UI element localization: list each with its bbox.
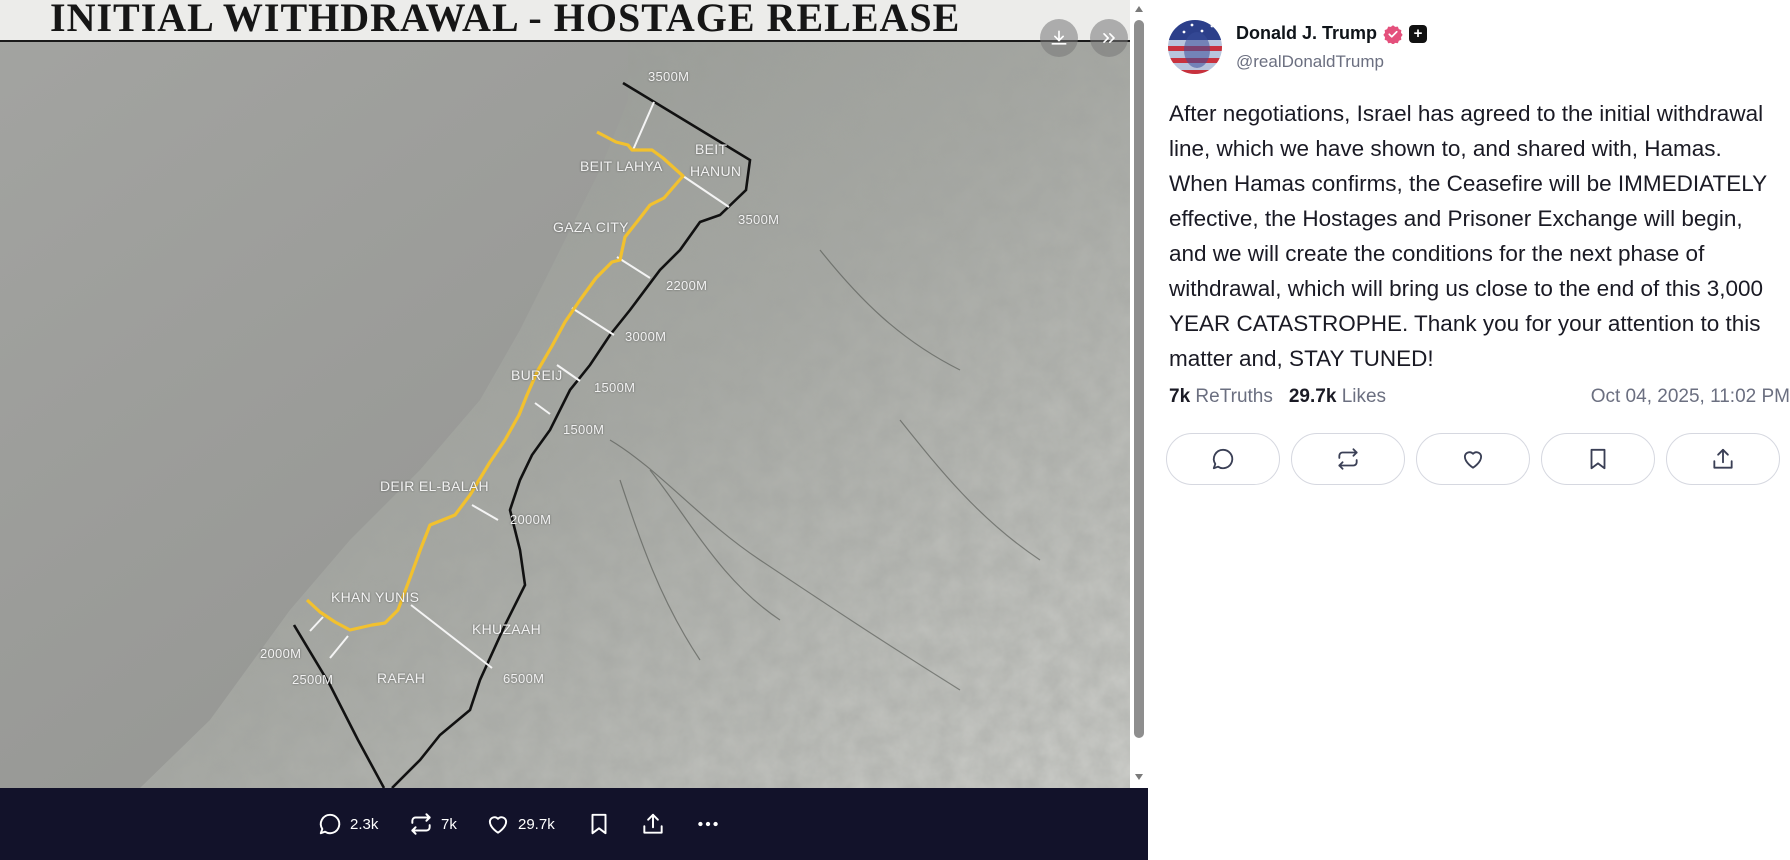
distance-label: 2500M — [292, 672, 334, 687]
share-icon — [1713, 448, 1733, 469]
distance-label: 2000M — [510, 512, 552, 527]
reply-icon — [1212, 448, 1234, 470]
avatar-image — [1168, 20, 1222, 74]
media-bookmark-button[interactable] — [586, 788, 612, 860]
scroll-up-arrow[interactable] — [1130, 2, 1148, 16]
plus-badge-icon: + — [1409, 24, 1428, 43]
media-action-bar: 2.3k 7k 29.7k — [0, 788, 1148, 860]
media-reply-count: 2.3k — [350, 815, 379, 833]
distance-label: 2200M — [666, 278, 708, 293]
display-name-text: Donald J. Trump — [1236, 23, 1378, 43]
display-name[interactable]: Donald J. Trump + — [1236, 23, 1428, 44]
label-hanun: HANUN — [690, 163, 742, 179]
distance-label: 6500M — [503, 671, 545, 686]
media-like-count: 29.7k — [518, 815, 555, 833]
scroll-thumb[interactable] — [1134, 20, 1144, 738]
chevrons-right-icon — [1103, 33, 1115, 44]
likes-count: 29.7k — [1288, 386, 1337, 407]
reply-button[interactable] — [1166, 433, 1280, 485]
post-actions — [1166, 433, 1780, 485]
media-retruth-count: 7k — [441, 815, 457, 833]
bookmark-button[interactable] — [1541, 433, 1655, 485]
likes-label: Likes — [1341, 386, 1387, 407]
distance-label: 3000M — [625, 329, 667, 344]
avatar[interactable] — [1168, 20, 1222, 74]
user-handle[interactable]: @realDonaldTrump — [1236, 52, 1384, 72]
distance-label: 3500M — [738, 212, 780, 227]
label-khuzaah: KHUZAAH — [472, 621, 541, 637]
map-image[interactable]: INITIAL WITHDRAWAL - HOSTAGE RELEASE BEI… — [0, 0, 1130, 788]
post-panel: Donald J. Trump + @realDonaldTrump After… — [1148, 0, 1790, 860]
like-button[interactable] — [1416, 433, 1530, 485]
label-beit-lahya: BEIT LAHYA — [580, 158, 663, 174]
media-reply-button[interactable]: 2.3k — [317, 788, 378, 860]
heart-icon — [1463, 451, 1483, 469]
label-deir-el-balah: DEIR EL-BALAH — [380, 478, 489, 494]
download-icon — [1051, 30, 1067, 45]
media-scrollbar[interactable] — [1130, 0, 1148, 788]
post-timestamp[interactable]: Oct 04, 2025, 11:02 PM — [1591, 386, 1790, 408]
caret-up-icon — [1135, 6, 1143, 12]
bookmark-icon — [1590, 448, 1606, 470]
retruth-icon — [1338, 448, 1358, 470]
distance-label: 1500M — [563, 422, 605, 437]
heart-icon — [488, 816, 508, 834]
scroll-down-arrow[interactable] — [1130, 770, 1148, 784]
distance-label: 3500M — [648, 69, 690, 84]
label-khan-yunis: KHAN YUNIS — [331, 589, 420, 605]
distance-label: 1500M — [594, 380, 636, 395]
verified-badge-icon — [1383, 24, 1403, 44]
map-title: INITIAL WITHDRAWAL - HOSTAGE RELEASE — [50, 0, 961, 40]
map-graphic — [0, 0, 1130, 788]
retruths-label: ReTruths — [1195, 386, 1273, 407]
retruth-button[interactable] — [1291, 433, 1405, 485]
post-stats: 7k ReTruths 29.7k Likes — [1169, 386, 1386, 408]
expand-button[interactable] — [1090, 19, 1128, 57]
likes-stat[interactable]: 29.7k Likes — [1289, 386, 1386, 408]
retruths-count: 7k — [1169, 386, 1191, 407]
media-retruth-button[interactable]: 7k — [408, 788, 457, 860]
retruths-stat[interactable]: 7k ReTruths — [1169, 386, 1273, 408]
label-bureij: BUREIJ — [511, 367, 563, 383]
label-beit: BEIT — [695, 141, 728, 157]
media-viewer: INITIAL WITHDRAWAL - HOSTAGE RELEASE BEI… — [0, 0, 1148, 860]
post-body: After negotiations, Israel has agreed to… — [1169, 101, 1767, 371]
title-rule — [0, 40, 1130, 42]
retruth-icon — [411, 813, 431, 835]
more-dots-icon — [698, 821, 718, 827]
distance-label: 2000M — [260, 646, 302, 661]
reply-icon — [319, 813, 341, 835]
media-share-button[interactable] — [640, 788, 666, 860]
bookmark-icon — [591, 813, 607, 835]
media-like-button[interactable]: 29.7k — [485, 788, 555, 860]
share-button[interactable] — [1666, 433, 1780, 485]
label-gaza-city: GAZA CITY — [553, 219, 629, 235]
download-button[interactable] — [1040, 19, 1078, 57]
media-more-button[interactable] — [695, 788, 721, 860]
share-icon — [643, 813, 663, 834]
label-rafah: RAFAH — [377, 670, 426, 686]
caret-down-icon — [1135, 774, 1143, 780]
